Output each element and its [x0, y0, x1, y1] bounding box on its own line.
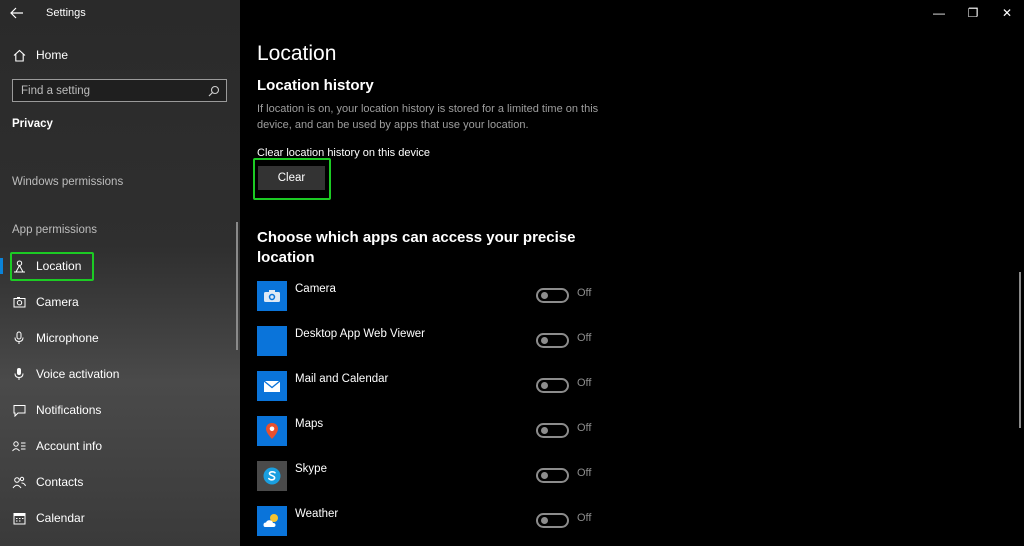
sidebar-item-microphone[interactable]: Microphone: [0, 325, 236, 351]
back-arrow-icon[interactable]: [0, 0, 34, 26]
toggle-knob: [541, 427, 548, 434]
camera-location-toggle[interactable]: [536, 288, 569, 303]
app-row-camera: Camera Off: [257, 281, 597, 313]
toggle-state: Off: [577, 422, 592, 434]
skype-location-toggle[interactable]: [536, 468, 569, 483]
toggle-state: Off: [577, 467, 592, 479]
skype-app-icon: [257, 461, 287, 491]
app-name: Mail and Calendar: [295, 373, 389, 385]
weather-location-toggle[interactable]: [536, 513, 569, 528]
app-name: Maps: [295, 418, 324, 430]
toggle-state: Off: [577, 512, 592, 524]
toggle-state: Off: [577, 332, 592, 344]
location-icon: [12, 259, 26, 273]
sidebar-item-label: Contacts: [36, 475, 84, 489]
settings-window: Settings Home Privacy Windows permission…: [0, 0, 1024, 546]
camera-app-icon: [257, 281, 287, 311]
sidebar-item-label: Home: [36, 48, 69, 62]
web-viewer-app-icon: [257, 326, 287, 356]
contacts-icon: [12, 475, 26, 489]
toggle-state: Off: [577, 377, 592, 389]
window-controls: — ❐ ✕: [922, 0, 1024, 26]
sidebar-item-contacts[interactable]: Contacts: [0, 469, 236, 495]
sidebar-item-label: Location: [36, 259, 82, 273]
page-title: Location: [257, 42, 337, 65]
sidebar-item-home[interactable]: Home: [0, 44, 240, 66]
maps-location-toggle[interactable]: [536, 423, 569, 438]
main-content: — ❐ ✕ Location Location history If locat…: [240, 0, 1024, 546]
sidebar-scrollbar[interactable]: [236, 222, 238, 350]
web-viewer-location-toggle[interactable]: [536, 333, 569, 348]
app-title: Settings: [46, 7, 86, 19]
sidebar-item-label: Microphone: [36, 331, 99, 345]
microphone-icon: [12, 331, 26, 345]
search-icon[interactable]: [208, 85, 220, 97]
account-info-icon: [12, 439, 26, 453]
app-name: Weather: [295, 508, 339, 520]
sidebar-item-label: Voice activation: [36, 367, 120, 381]
sidebar-item-notifications[interactable]: Notifications: [0, 397, 236, 423]
minimize-icon[interactable]: —: [922, 0, 956, 26]
section-title: Privacy: [12, 118, 53, 130]
toggle-knob: [541, 382, 548, 389]
home-icon: [12, 48, 26, 62]
clear-history-label: Clear location history on this device: [257, 147, 431, 159]
app-name: Desktop App Web Viewer: [295, 328, 425, 340]
mail-location-toggle[interactable]: [536, 378, 569, 393]
sidebar-item-location[interactable]: Location: [0, 253, 236, 279]
toggle-state: Off: [577, 287, 592, 299]
choose-apps-title: Choose which apps can access your precis…: [257, 229, 576, 266]
notifications-icon: [12, 403, 26, 417]
location-history-description: If location is on, your location history…: [257, 103, 599, 131]
search-box[interactable]: [12, 79, 227, 102]
search-input[interactable]: [21, 84, 201, 97]
mail-app-icon: [257, 371, 287, 401]
app-name: Camera: [295, 283, 336, 295]
sidebar-item-label: Notifications: [36, 403, 102, 417]
calendar-icon: [12, 511, 26, 525]
close-icon[interactable]: ✕: [990, 0, 1024, 26]
toggle-knob: [541, 337, 548, 344]
app-name: Skype: [295, 463, 327, 475]
group-label-windows-permissions: Windows permissions: [12, 176, 124, 188]
toggle-knob: [541, 292, 548, 299]
sidebar-item-voice-activation[interactable]: Voice activation: [0, 361, 236, 387]
sidebar-item-calendar[interactable]: Calendar: [0, 505, 236, 531]
toggle-knob: [541, 517, 548, 524]
sidebar: Settings Home Privacy Windows permission…: [0, 0, 240, 546]
main-scrollbar[interactable]: [1019, 272, 1021, 428]
location-history-title: Location history: [257, 77, 374, 94]
restore-icon[interactable]: ❐: [956, 0, 990, 26]
app-row-maps: Maps Off: [257, 416, 597, 448]
sidebar-item-camera[interactable]: Camera: [0, 289, 236, 315]
sidebar-item-label: Account info: [36, 439, 103, 453]
maps-app-icon: [257, 416, 287, 446]
sidebar-item-label: Camera: [36, 295, 79, 309]
weather-app-icon: [257, 506, 287, 536]
sidebar-item-account-info[interactable]: Account info: [0, 433, 236, 459]
title-bar: Settings: [0, 0, 240, 26]
sidebar-item-label: Calendar: [36, 511, 85, 525]
app-row-mail-and-calendar: Mail and Calendar Off: [257, 371, 597, 403]
app-row-weather: Weather Off: [257, 506, 597, 538]
voice-activation-icon: [12, 367, 26, 381]
clear-button[interactable]: Clear: [258, 166, 325, 190]
app-row-desktop-app-web-viewer: Desktop App Web Viewer Off: [257, 326, 597, 358]
app-row-skype: Skype Off: [257, 461, 597, 493]
camera-icon: [12, 295, 26, 309]
group-label-app-permissions: App permissions: [12, 224, 98, 236]
toggle-knob: [541, 472, 548, 479]
